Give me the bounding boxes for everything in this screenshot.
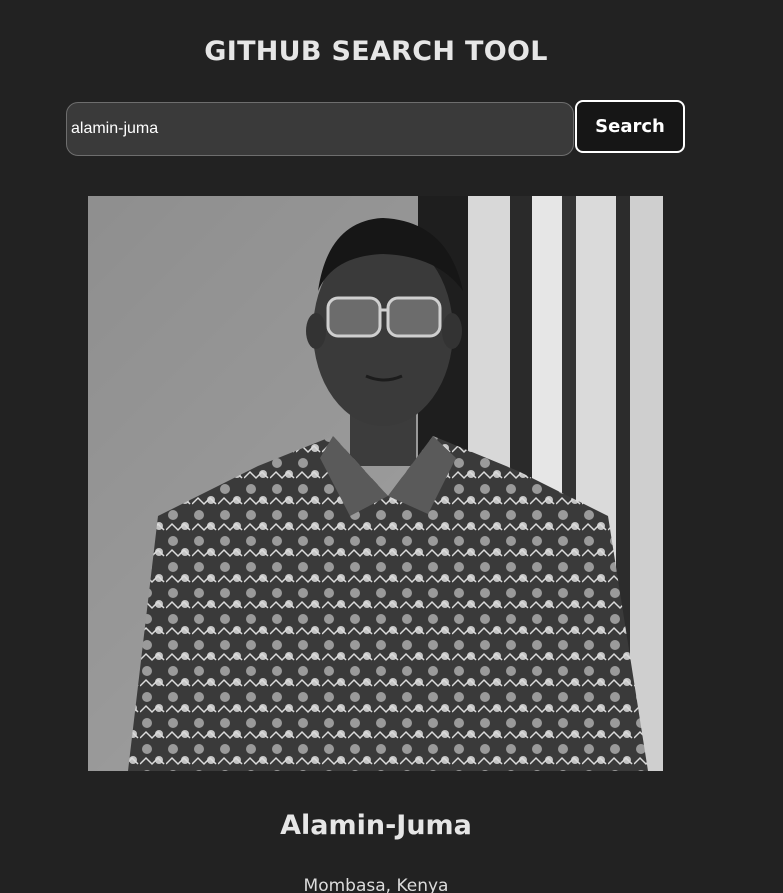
profile-name: Alamin-Juma [280, 810, 472, 841]
user-avatar-photo [88, 196, 663, 771]
profile-location: Mombasa, Kenya [303, 876, 449, 893]
search-button[interactable]: Search [575, 100, 685, 153]
avatar [88, 196, 663, 771]
github-search-app: GITHUB SEARCH TOOL Search [0, 0, 783, 893]
search-bar: Search [66, 100, 686, 156]
page-title: GITHUB SEARCH TOOL [204, 36, 548, 67]
search-input[interactable] [66, 102, 574, 156]
